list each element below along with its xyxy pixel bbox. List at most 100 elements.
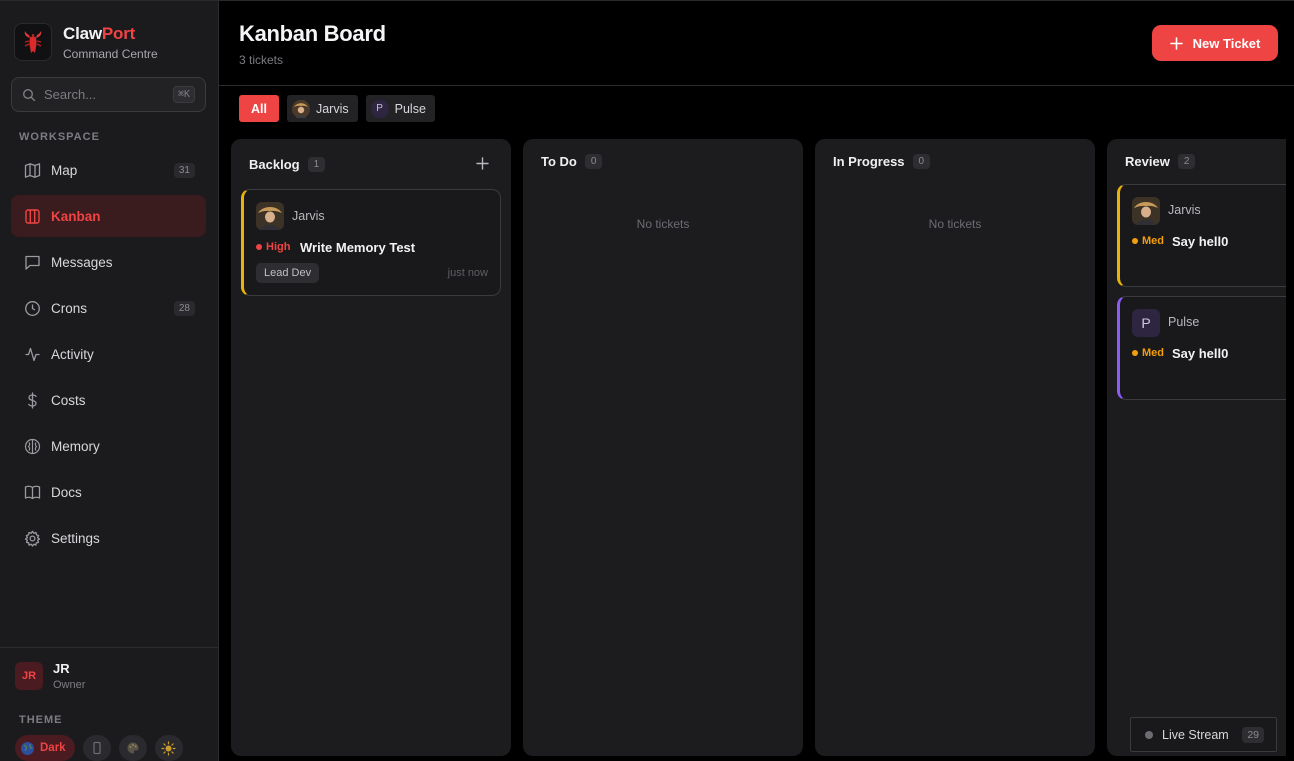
plus-icon [475,156,489,170]
agent-filters: All Jarvis P Pulse [239,95,443,122]
priority-badge: High [256,241,290,253]
ticket-title: Say hell0 [1172,234,1229,249]
sidebar-item-label: Activity [51,346,94,362]
empty-state: No tickets [636,217,690,231]
sidebar-item-costs[interactable]: Costs [11,379,206,421]
kanban-icon [23,207,41,225]
theme-switcher: Dark [15,735,191,761]
sun-icon [161,740,176,756]
column-count: 1 [307,157,326,172]
brand-subtitle: Command Centre [63,46,158,61]
map-count-badge: 31 [173,162,195,178]
sidebar-item-label: Messages [51,254,113,270]
brand[interactable]: ClawPort Command Centre [14,23,158,61]
live-stream-button[interactable]: Live Stream 29 [1130,717,1277,752]
sidebar-item-label: Settings [51,530,100,546]
jarvis-avatar [291,99,310,118]
column-title: In Progress [833,154,905,169]
ticket-title: Write Memory Test [300,240,416,255]
theme-phone-button[interactable] [82,735,111,761]
message-icon [23,253,41,271]
clock-icon [23,299,41,317]
filter-all[interactable]: All [239,95,279,122]
phone-icon [92,741,101,755]
ticket-title: Say hell0 [1172,346,1229,361]
pulse-avatar: P [370,99,389,118]
ticket-card[interactable]: Jarvis Med Say hell0 [1117,184,1286,287]
column-review: Review 2 Jarvis Med Say hell0 P Pulse Me… [1107,139,1286,756]
new-ticket-button[interactable]: New Ticket [1152,25,1278,61]
sidebar-item-memory[interactable]: Memory [11,425,206,467]
ticket-card[interactable]: P Pulse Med Say hell0 [1117,296,1286,400]
ticket-tag: Lead Dev [256,263,320,283]
column-title: Backlog [249,157,300,172]
lobster-logo-icon [14,23,52,61]
crons-count-badge: 28 [173,300,195,316]
sidebar-footer: JR JR Owner THEME Dark [0,647,218,761]
sidebar: ClawPort Command Centre Search... ⌘K WOR… [0,1,219,761]
theme-dark-label: Dark [40,742,66,754]
map-icon [23,161,41,179]
theme-dark-button[interactable]: Dark [15,735,75,761]
add-ticket-button[interactable] [473,154,491,172]
sidebar-item-kanban[interactable]: Kanban [11,195,206,237]
column-count: 2 [1177,154,1196,169]
ticket-time: just now [447,267,488,279]
live-stream-label: Live Stream [1162,727,1229,742]
new-ticket-label: New Ticket [1192,35,1261,51]
theme-palette-button[interactable] [118,735,147,761]
column-count: 0 [912,154,931,169]
sidebar-item-map[interactable]: Map 31 [11,149,206,191]
sidebar-item-label: Costs [51,392,86,408]
search-icon [22,88,36,101]
sidebar-item-messages[interactable]: Messages [11,241,206,283]
filter-pulse[interactable]: P Pulse [365,95,435,122]
dollar-icon [23,391,41,409]
book-icon [23,483,41,501]
activity-icon [23,345,41,363]
ticket-count: 3 tickets [239,53,284,67]
avatar: JR [15,662,43,690]
empty-state: No tickets [928,217,982,231]
filter-jarvis[interactable]: Jarvis [286,95,358,122]
sidebar-item-settings[interactable]: Settings [11,517,206,559]
column-in-progress: In Progress 0 No tickets [815,139,1095,756]
ticket-card[interactable]: Jarvis High Write Memory Test Lead Dev j… [241,189,501,296]
sidebar-nav: Map 31 Kanban Messages Crons 28 Activity… [11,149,206,563]
live-stream-count: 29 [1242,726,1264,743]
search-shortcut: ⌘K [172,86,195,103]
palette-icon [127,742,139,754]
sidebar-item-activity[interactable]: Activity [11,333,206,375]
globe-icon [21,741,34,755]
ticket-agent: Pulse [1168,315,1200,329]
pulse-avatar: P [1132,309,1160,337]
jarvis-avatar [1132,197,1160,225]
ticket-agent: Jarvis [292,209,325,223]
page-title: Kanban Board [239,21,386,46]
column-todo: To Do 0 No tickets [523,139,803,756]
sidebar-item-label: Map [51,162,78,178]
sidebar-item-docs[interactable]: Docs [11,471,206,513]
priority-badge: Med [1132,235,1164,247]
brain-icon [23,437,41,455]
ticket-agent: Jarvis [1168,203,1201,217]
gear-icon [23,529,41,547]
sidebar-item-label: Crons [51,300,88,316]
user-role: Owner [53,679,86,691]
plus-icon [1169,36,1183,50]
workspace-section-label: WORKSPACE [19,131,100,143]
sidebar-item-crons[interactable]: Crons 28 [11,287,206,329]
column-title: Review [1125,154,1170,169]
page-header: Kanban Board 3 tickets New Ticket [219,1,1294,86]
brand-name: ClawPort [63,23,136,43]
theme-light-button[interactable] [154,735,183,761]
sidebar-item-label: Kanban [51,208,101,224]
sidebar-item-label: Docs [51,484,82,500]
user-profile[interactable]: JR JR Owner [15,661,85,691]
search-input[interactable]: Search... ⌘K [11,77,206,112]
theme-section-label: THEME [19,714,63,726]
jarvis-avatar [256,202,284,230]
live-status-dot [1145,730,1153,739]
user-name: JR [53,661,70,676]
filter-pulse-label: Pulse [394,101,426,116]
